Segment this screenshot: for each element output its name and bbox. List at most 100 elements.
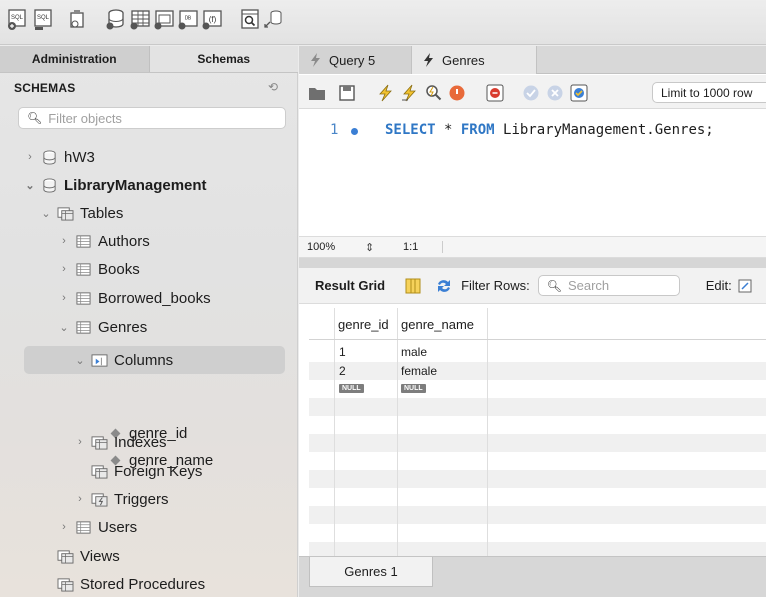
tab-query-5[interactable]: Query 5	[299, 46, 412, 74]
zoom-level[interactable]: 100%	[307, 241, 365, 253]
table-icon	[74, 233, 92, 249]
indexes-folder-icon	[90, 434, 108, 450]
create-function-icon[interactable]: (f)	[200, 6, 224, 32]
schema-librarymanagement[interactable]: ⌄ LibraryManagement	[24, 172, 206, 198]
open-sql-script-icon[interactable]: SQL	[32, 6, 56, 32]
null-badge: NULL	[401, 383, 426, 393]
chevron-right-icon[interactable]: ›	[58, 235, 70, 247]
views-folder-icon	[56, 548, 74, 564]
chevron-down-icon[interactable]: ⌄	[40, 207, 52, 220]
zoom-stepper-icon[interactable]: ⇕	[365, 241, 383, 254]
table-genres[interactable]: ⌄ Genres	[58, 314, 147, 340]
tree-stored-procedures[interactable]: Stored Procedures	[40, 571, 205, 597]
tree-label: hW3	[64, 148, 95, 166]
table-authors[interactable]: › Authors	[58, 228, 150, 254]
query-tabs: Query 5 Genres	[299, 46, 766, 74]
table-icon	[74, 290, 92, 306]
result-toolbar: Result Grid Filter Rows: 🔍︎ Search Edit:	[299, 268, 766, 304]
tree-views[interactable]: Views	[40, 543, 120, 569]
create-schema-icon[interactable]	[104, 6, 128, 32]
refresh-schemas-icon[interactable]: ⟲	[268, 80, 278, 94]
lightning-icon	[424, 53, 433, 67]
refresh-icon[interactable]	[435, 278, 453, 294]
search-icon: 🔍︎	[27, 111, 43, 125]
cell-genre-id-new[interactable]: NULL	[339, 380, 364, 396]
table-books[interactable]: › Books	[58, 256, 140, 282]
chevron-right-icon[interactable]: ›	[58, 292, 70, 304]
result-grid-label[interactable]: Result Grid	[315, 278, 385, 293]
grid-band	[309, 470, 766, 488]
table-borrowed-books[interactable]: › Borrowed_books	[58, 285, 211, 311]
main-toolbar: SQL SQL ᴰᴮ (f)	[0, 0, 766, 45]
panel-splitter[interactable]	[299, 258, 766, 268]
column-header-genre-name[interactable]: genre_name	[398, 308, 487, 340]
grid-band	[309, 398, 766, 416]
grid-column-divider	[487, 308, 488, 556]
sql-editor[interactable]: 1 SELECT * FROM LibraryManagement.Genres…	[299, 110, 766, 236]
search-table-data-icon[interactable]	[238, 6, 262, 32]
rollback-icon[interactable]	[545, 83, 565, 103]
cursor-position: 1:1	[403, 241, 443, 253]
tab-schemas[interactable]: Schemas	[149, 46, 298, 72]
save-icon[interactable]	[337, 83, 357, 103]
execute-statement-icon[interactable]	[399, 83, 419, 103]
cell-genre-name-new[interactable]: NULL	[401, 380, 426, 396]
filter-rows-input[interactable]: 🔍︎ Search	[537, 275, 680, 296]
create-procedure-icon[interactable]: ᴰᴮ	[176, 6, 200, 32]
tree-tables[interactable]: ⌄ Tables	[40, 200, 123, 226]
reconnect-icon[interactable]	[262, 6, 286, 32]
svg-text:ᴰᴮ: ᴰᴮ	[185, 16, 191, 23]
cell-genre-name[interactable]: male	[401, 344, 427, 360]
tab-genres[interactable]: Genres	[412, 46, 537, 74]
tree-indexes[interactable]: › Indexes	[74, 429, 166, 455]
tree-columns[interactable]: ⌄ Columns	[74, 347, 173, 373]
chevron-down-icon[interactable]: ⌄	[24, 179, 36, 192]
cell-genre-id[interactable]: 2	[339, 363, 346, 379]
filter-objects-input[interactable]: 🔍︎ Filter objects	[18, 107, 286, 129]
chevron-right-icon[interactable]: ›	[58, 263, 70, 275]
tree-label: Borrowed_books	[98, 289, 211, 307]
open-file-icon[interactable]	[307, 83, 327, 103]
commit-icon[interactable]	[521, 83, 541, 103]
svg-text:SQL: SQL	[37, 15, 50, 21]
tree-foreign-keys[interactable]: Foreign Keys	[74, 458, 202, 484]
tree-triggers[interactable]: › Triggers	[74, 486, 168, 512]
new-sql-tab-icon[interactable]: SQL	[6, 6, 30, 32]
schemas-header: SCHEMAS	[14, 81, 76, 95]
tab-label: Genres	[442, 52, 485, 68]
schema-hw3[interactable]: › hW3	[24, 144, 95, 170]
chevron-down-icon[interactable]: ⌄	[74, 354, 86, 367]
cell-genre-name[interactable]: female	[401, 363, 437, 379]
tree-label: Stored Procedures	[80, 575, 206, 593]
keyword-from: FROM	[460, 122, 495, 138]
chevron-right-icon[interactable]: ›	[74, 436, 86, 448]
toggle-error-icon[interactable]	[485, 83, 505, 103]
explain-icon[interactable]	[423, 83, 443, 103]
result-grid-icon[interactable]	[403, 277, 423, 295]
chevron-right-icon[interactable]: ›	[58, 521, 70, 533]
sql-code-line[interactable]: SELECT * FROM LibraryManagement.Genres;	[385, 122, 714, 138]
auto-commit-icon[interactable]	[569, 83, 589, 103]
chevron-right-icon[interactable]: ›	[24, 151, 36, 163]
limit-rows-select[interactable]: Limit to 1000 row	[652, 82, 766, 103]
column-header-genre-id[interactable]: genre_id	[335, 308, 397, 340]
line-number: 1	[330, 122, 339, 138]
create-table-icon[interactable]	[128, 6, 152, 32]
stop-icon[interactable]	[447, 83, 467, 103]
tab-genres-1[interactable]: Genres 1	[309, 557, 433, 587]
stored-procedures-folder-icon	[56, 576, 74, 592]
execute-icon[interactable]	[375, 83, 395, 103]
inspector-icon[interactable]	[66, 6, 90, 32]
code-target: LibraryManagement.Genres;	[494, 122, 714, 138]
create-view-icon[interactable]	[152, 6, 176, 32]
chevron-right-icon[interactable]: ›	[74, 493, 86, 505]
filter-rows-label: Filter Rows:	[461, 278, 530, 293]
table-users[interactable]: › Users	[58, 514, 137, 540]
tab-administration[interactable]: Administration	[0, 46, 150, 72]
sql-editor-toolbar: Limit to 1000 row	[299, 75, 766, 109]
chevron-down-icon[interactable]: ⌄	[58, 321, 70, 334]
columns-folder-icon	[90, 352, 108, 368]
cell-genre-id[interactable]: 1	[339, 344, 346, 360]
tables-folder-icon	[56, 205, 74, 221]
edit-row-icon[interactable]	[738, 279, 752, 293]
